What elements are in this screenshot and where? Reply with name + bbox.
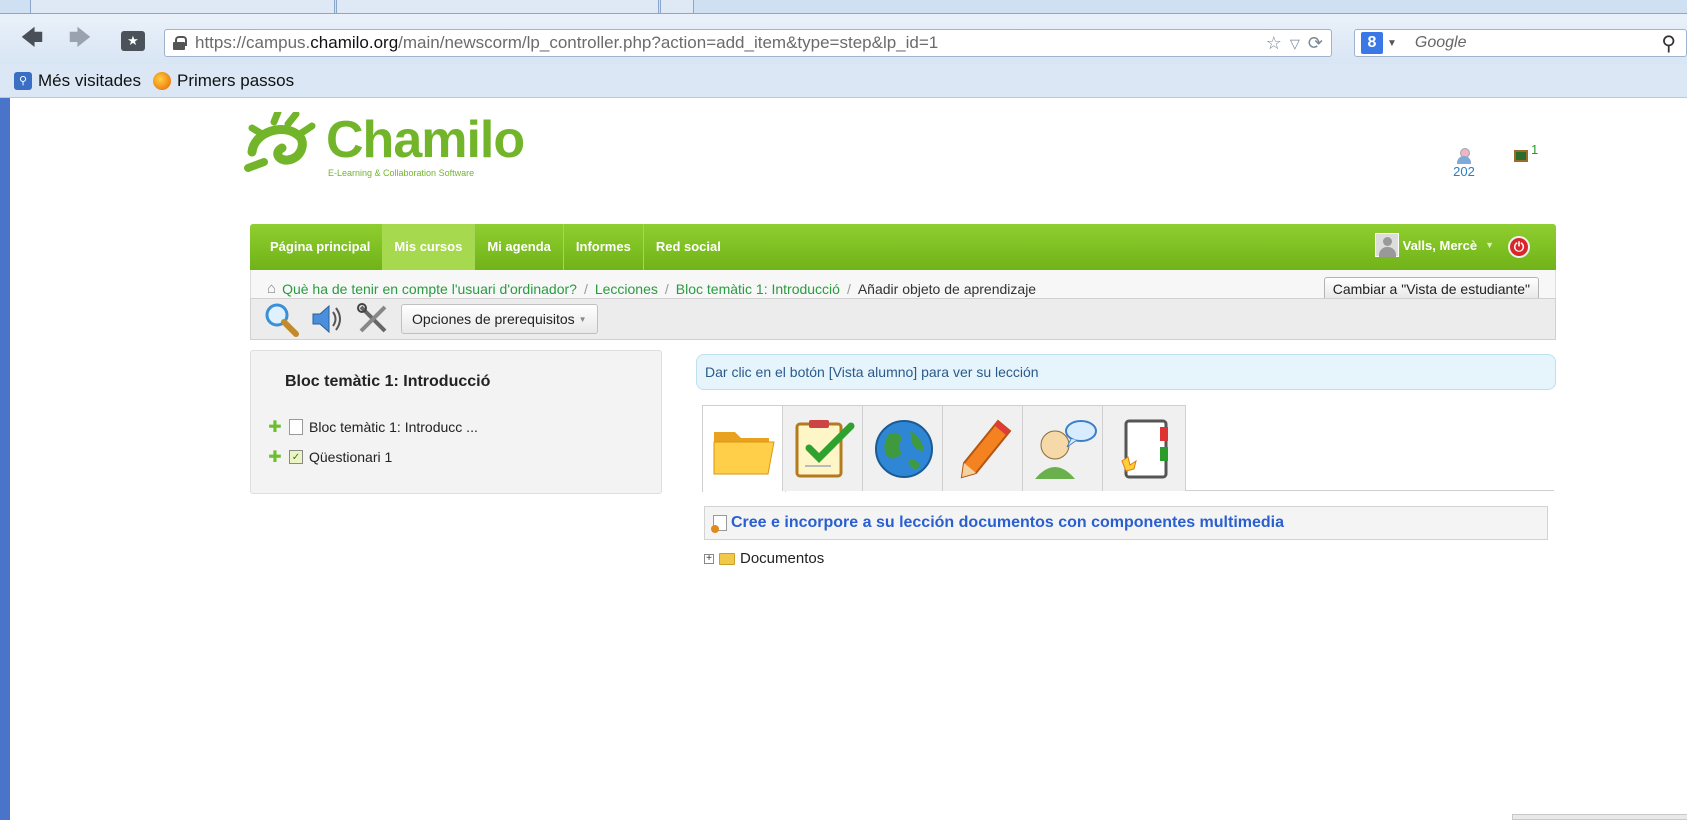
home-icon[interactable]: ⌂	[267, 280, 276, 297]
online-users-count: 202	[1453, 164, 1475, 179]
bookmark-star-icon[interactable]: ★	[121, 31, 145, 51]
menu-item-home[interactable]: Página principal	[258, 224, 382, 270]
tab-assignments[interactable]	[942, 405, 1026, 491]
move-handle-icon[interactable]: ✚	[267, 417, 283, 437]
tab-forums[interactable]	[1022, 405, 1106, 491]
main-menu: Página principal Mis cursos Mi agenda In…	[250, 224, 1556, 270]
pencil-icon	[960, 419, 1012, 478]
bookmarks-bar: ⚲ Més visitades Primers passos	[0, 64, 1687, 98]
menu-item-agenda[interactable]: Mi agenda	[475, 224, 563, 270]
lesson-outline-panel: Bloc temàtic 1: Introducció ✚ Bloc temàt…	[250, 350, 662, 494]
bookmark-icon: ⚲	[14, 71, 32, 90]
search-placeholder: Google	[1414, 34, 1467, 51]
documents-tree-label: Documentos	[740, 550, 825, 567]
avatar	[1374, 233, 1399, 257]
course-count-value: 1	[1531, 142, 1539, 157]
browser-tabstrip	[0, 0, 1687, 14]
chevron-down-icon: ▼	[578, 314, 587, 324]
menu-item-social[interactable]: Red social	[644, 224, 733, 270]
page-content: Chamilo E-Learning & Collaboration Softw…	[0, 98, 1687, 820]
menu-item-my-courses[interactable]: Mis cursos	[382, 224, 475, 270]
logo-text: Chamilo	[326, 111, 525, 169]
forward-arrow-icon[interactable]: 🡆	[66, 25, 94, 53]
status-panel-edge	[1512, 814, 1687, 820]
folder-icon	[713, 432, 775, 475]
bookmark-most-visited[interactable]: Més visitades	[38, 71, 141, 91]
tab-documents[interactable]	[702, 405, 786, 492]
audio-speaker-icon[interactable]	[309, 301, 345, 337]
chevron-down-icon: ▼	[1485, 240, 1494, 250]
tab-links[interactable]	[862, 405, 946, 491]
outline-item[interactable]: ✚ Bloc temàtic 1: Introducc ...	[267, 417, 478, 437]
dropdown-arrow-icon[interactable]: ▽	[1290, 36, 1300, 52]
outline-item-label: Bloc temàtic 1: Introducc ...	[309, 419, 478, 435]
book-icon	[1121, 419, 1168, 478]
resource-tabs	[702, 405, 1554, 492]
lp-toolbar: Opciones de prerequisitos ▼	[250, 298, 1556, 340]
browser-tab[interactable]	[336, 0, 659, 14]
logout-power-icon[interactable]: ⏻	[1508, 236, 1530, 258]
logo-tagline: E-Learning & Collaboration Software	[328, 168, 475, 178]
chalkboard-icon	[1514, 149, 1528, 162]
documents-tree-root[interactable]: + Documentos	[704, 550, 824, 567]
exercise-icon	[795, 419, 855, 477]
tab-sections[interactable]	[1102, 405, 1186, 491]
search-engine-icon[interactable]: 8	[1361, 32, 1383, 54]
new-tab-button[interactable]	[660, 0, 694, 14]
firefox-icon	[152, 71, 171, 90]
browser-navbar: 🡄 🡆 ★ https://campus.chamilo.org/main/ne…	[0, 14, 1687, 64]
expand-plus-icon[interactable]: +	[704, 553, 714, 564]
outline-item[interactable]: ✚ ✓ Qüestionari 1	[267, 447, 392, 467]
user-icon	[1457, 148, 1471, 164]
browser-tab[interactable]	[30, 0, 335, 14]
chamilo-logo[interactable]: Chamilo E-Learning & Collaboration Softw…	[244, 108, 525, 178]
folder-icon	[719, 552, 735, 565]
create-document-label: Cree e incorpore a su lección documentos…	[731, 514, 1285, 531]
create-document-link[interactable]: Cree e incorpore a su lección documentos…	[704, 506, 1548, 540]
back-arrow-icon[interactable]: 🡄	[18, 25, 46, 53]
reload-icon[interactable]: ⟳	[1308, 33, 1323, 54]
breadcrumb-course[interactable]: Què ha de tenir en compte l'usuari d'ord…	[282, 281, 577, 297]
tab-exercises[interactable]	[782, 405, 866, 491]
outline-item-label: Qüestionari 1	[309, 449, 393, 465]
breadcrumb-separator: /	[583, 280, 588, 297]
chat-user-icon	[1035, 419, 1097, 479]
new-document-icon	[711, 515, 727, 533]
breadcrumb-separator: /	[846, 280, 851, 297]
document-icon	[289, 419, 303, 435]
breadcrumb-lesson[interactable]: Bloc temàtic 1: Introducció	[676, 281, 840, 297]
lock-icon	[173, 36, 187, 50]
menu-item-reports[interactable]: Informes	[564, 224, 643, 270]
user-menu[interactable]: Valls, Mercè ▼	[1374, 233, 1494, 257]
breadcrumb-lessons[interactable]: Lecciones	[595, 281, 658, 297]
star-icon[interactable]: ☆	[1266, 33, 1282, 54]
search-bar[interactable]: 8 ▼ Google ⚲	[1354, 29, 1687, 57]
search-icon[interactable]: ⚲	[1661, 31, 1676, 56]
globe-icon	[875, 419, 933, 478]
online-users[interactable]: 202	[1446, 148, 1482, 179]
chameleon-icon	[244, 108, 316, 172]
move-handle-icon[interactable]: ✚	[267, 447, 283, 467]
lesson-title: Bloc temàtic 1: Introducció	[285, 373, 491, 390]
prerequisites-label: Opciones de prerequisitos	[412, 311, 575, 327]
settings-tools-icon[interactable]	[355, 301, 391, 337]
user-name: Valls, Mercè	[1402, 237, 1478, 253]
info-message: Dar clic en el botón [Vista alumno] para…	[696, 354, 1556, 390]
url-bar[interactable]: https://campus.chamilo.org/main/newscorm…	[164, 29, 1332, 57]
prerequisites-dropdown[interactable]: Opciones de prerequisitos ▼	[401, 304, 598, 334]
course-counter[interactable]: 1	[1514, 142, 1538, 163]
preview-magnifier-icon[interactable]	[263, 301, 299, 337]
breadcrumb-current: Añadir objeto de aprendizaje	[857, 280, 1037, 297]
url-text: https://campus.chamilo.org/main/newscorm…	[195, 33, 939, 52]
quiz-icon: ✓	[289, 450, 303, 464]
bookmark-getting-started[interactable]: Primers passos	[177, 71, 294, 91]
search-engine-dropdown-icon[interactable]: ▼	[1387, 38, 1397, 49]
breadcrumb-separator: /	[664, 280, 669, 297]
